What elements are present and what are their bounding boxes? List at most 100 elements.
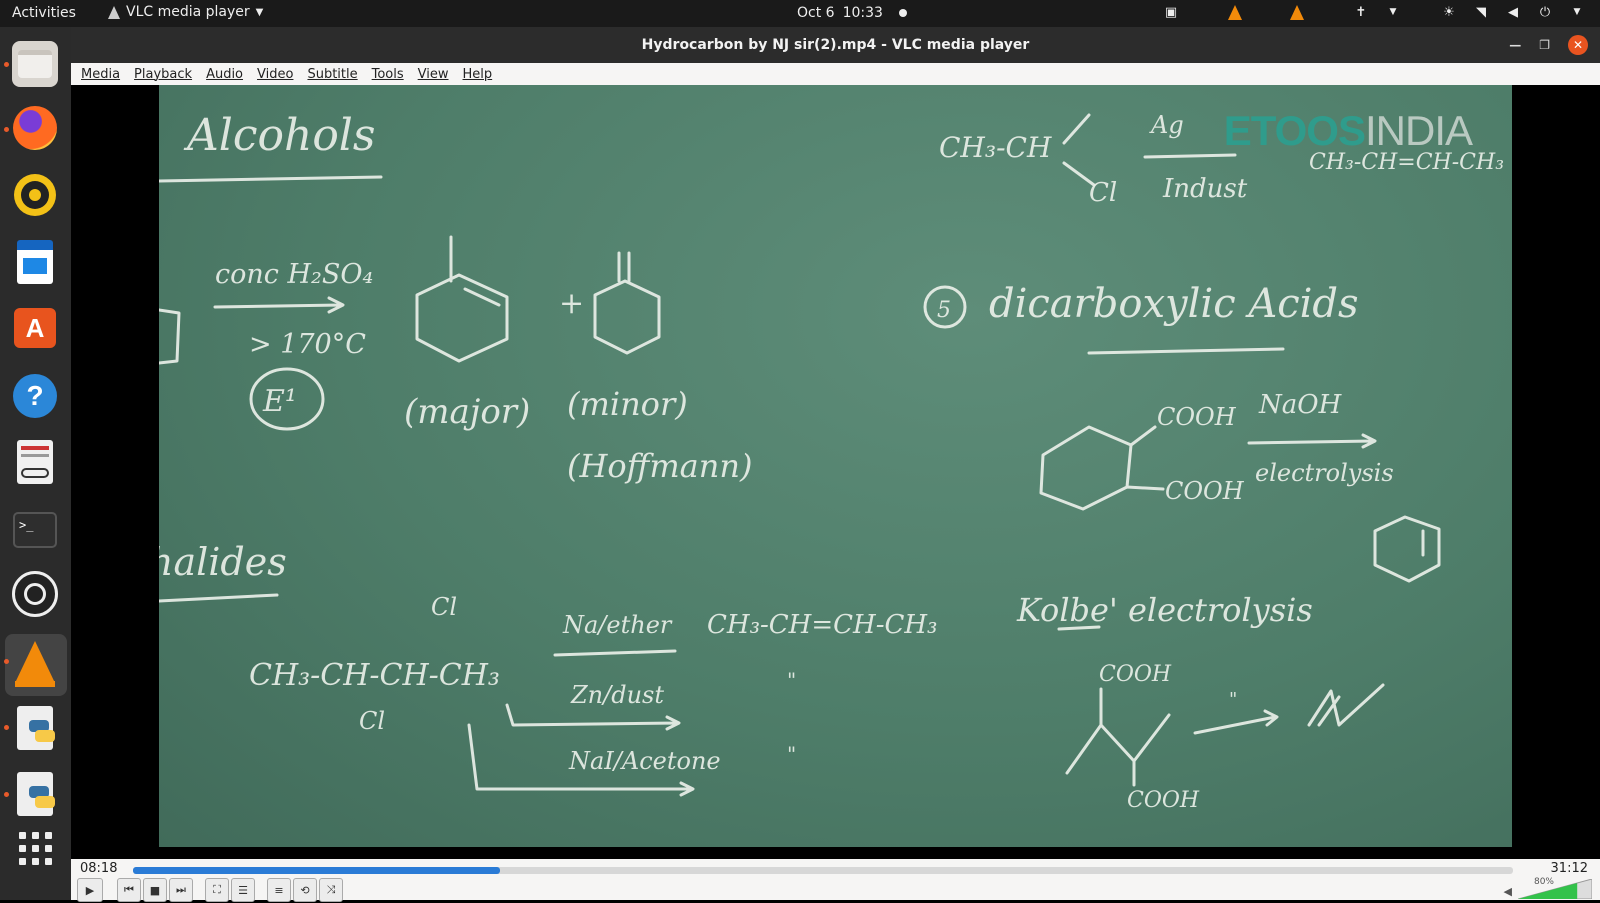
board-minor: (minor): [567, 385, 688, 423]
minimize-icon[interactable]: —: [1509, 38, 1521, 52]
hexagon-minor: [593, 251, 661, 355]
volume-slider[interactable]: [1517, 878, 1593, 900]
chevron-down-icon[interactable]: ▼: [1384, 3, 1402, 21]
hexagon-cooh: [1039, 425, 1165, 511]
arrow-na-ether: [553, 649, 677, 657]
show-apps-icon[interactable]: [12, 825, 58, 871]
vlc-tray-icon-2[interactable]: [1290, 4, 1304, 20]
board-heading-dicarb: dicarboxylic Acids: [989, 281, 1359, 327]
bonds: [1062, 113, 1096, 187]
firefox-icon[interactable]: [12, 105, 58, 151]
document-viewer-icon[interactable]: [12, 439, 58, 485]
next-button[interactable]: ⏭: [169, 878, 193, 902]
product-sketch: [1307, 683, 1385, 727]
board-cl-top: Cl: [1089, 178, 1117, 208]
menu-tools[interactable]: Tools: [372, 67, 404, 82]
board-halides: halides: [159, 540, 287, 584]
underline-kolbe: [1057, 625, 1101, 631]
board-product: CH₃-CH=CH-CH₃: [707, 610, 937, 640]
board-reagent-1: conc H₂SO₄: [215, 259, 373, 290]
fullscreen-button[interactable]: ⛶: [205, 878, 229, 902]
num-5: 5: [937, 298, 951, 323]
playlist-button[interactable]: ≡: [267, 878, 291, 902]
previous-button[interactable]: ⏮: [117, 878, 141, 902]
play-icon: ▶: [85, 883, 95, 897]
close-icon[interactable]: ✕: [1568, 35, 1588, 55]
board-top-right-c: Indust: [1162, 174, 1248, 204]
underline-halides: [159, 593, 279, 603]
activities-button[interactable]: Activities: [12, 5, 76, 21]
python-script-icon[interactable]: [12, 705, 58, 751]
terminal-icon[interactable]: >_: [12, 507, 58, 553]
seek-bar[interactable]: [133, 867, 1513, 874]
board-cooh-2: COOH: [1165, 477, 1245, 505]
board-electrolysis: electrolysis: [1255, 459, 1394, 487]
partial-ring: [159, 308, 181, 365]
discord-icon[interactable]: ▣: [1162, 3, 1180, 21]
extended-settings-button[interactable]: ☰: [231, 878, 255, 902]
maximize-icon[interactable]: ❐: [1539, 38, 1550, 52]
running-dot: [4, 127, 9, 132]
app-menu[interactable]: VLC media player ▼: [108, 4, 263, 20]
video-frame: Alcohols conc H₂SO₄ > 170°C E¹ (major) +…: [159, 85, 1512, 847]
menu-help[interactable]: Help: [463, 67, 493, 82]
obs-icon[interactable]: [12, 571, 58, 617]
app-menu-label: VLC media player: [126, 4, 250, 20]
total-time: 31:12: [1550, 861, 1588, 876]
rhythmbox-icon[interactable]: [12, 172, 58, 218]
shuffle-icon: ⤨: [326, 883, 336, 896]
board-ditto-1: ": [787, 668, 796, 692]
board-cl-2: Cl: [359, 707, 385, 735]
vlc-dock-icon[interactable]: [12, 639, 58, 687]
video-area[interactable]: Alcohols conc H₂SO₄ > 170°C E¹ (major) +…: [71, 85, 1600, 859]
plus-sign: +: [559, 286, 584, 321]
board-naoh: NaOH: [1258, 390, 1343, 420]
python-script-icon-2[interactable]: [12, 771, 58, 817]
menu-subtitle[interactable]: Subtitle: [307, 67, 357, 82]
shuffle-button[interactable]: ⤨: [319, 878, 343, 902]
running-dot: [4, 62, 9, 67]
top-bar: Activities VLC media player ▼ Oct 6 10:3…: [0, 0, 1600, 27]
hexagon-product: [1373, 515, 1441, 583]
kolbe-structure: [1065, 687, 1171, 787]
menu-playback[interactable]: Playback: [134, 67, 192, 82]
board-top-right-a: CH₃-CH: [939, 131, 1052, 164]
window-controls: — ❐ ✕: [1509, 35, 1588, 55]
loop-icon: ⟲: [300, 883, 310, 897]
files-icon[interactable]: [12, 41, 58, 87]
volume-control[interactable]: ◀ 80%: [1504, 877, 1593, 903]
board-cl-1: Cl: [431, 593, 457, 621]
loop-button[interactable]: ⟲: [293, 878, 317, 902]
board-cooh-1: COOH: [1157, 403, 1237, 431]
title-bar[interactable]: Hydrocarbon by NJ sir(2).mp4 - VLC media…: [71, 27, 1600, 63]
clock-time: 10:33: [842, 5, 883, 21]
watermark: ETOOSINDIA: [1223, 107, 1473, 154]
software-center-icon[interactable]: A: [12, 305, 58, 351]
accessibility-icon[interactable]: ✝: [1352, 3, 1370, 21]
board-ditto-2: ": [787, 742, 796, 766]
board-heading-alcohols: Alcohols: [183, 110, 375, 161]
menu-video[interactable]: Video: [257, 67, 293, 82]
brightness-icon[interactable]: ☀: [1440, 3, 1458, 21]
volume-icon[interactable]: ◀: [1504, 3, 1522, 21]
chevron-down-icon[interactable]: ▼: [1568, 3, 1586, 21]
power-icon[interactable]: ⏻: [1536, 3, 1554, 21]
window-title: Hydrocarbon by NJ sir(2).mp4 - VLC media…: [641, 37, 1030, 53]
clock-date: Oct 6: [797, 5, 835, 21]
notification-dot-icon: [898, 9, 907, 17]
board-cooh-4: COOH: [1127, 788, 1200, 813]
help-icon[interactable]: ?: [12, 373, 58, 419]
vlc-tray-icon[interactable]: [1228, 4, 1242, 20]
menu-audio[interactable]: Audio: [206, 67, 243, 82]
wifi-icon[interactable]: ◥: [1472, 3, 1490, 21]
arrow: [213, 296, 345, 314]
menu-media[interactable]: Media: [81, 67, 120, 82]
board-cooh-3: COOH: [1099, 662, 1172, 687]
writer-icon[interactable]: [12, 239, 58, 285]
equalizer-icon: ☰: [238, 883, 248, 897]
running-dot: [4, 792, 9, 797]
clock[interactable]: Oct 6 10:33: [797, 5, 907, 21]
stop-button[interactable]: ■: [143, 878, 167, 902]
menu-view[interactable]: View: [418, 67, 449, 82]
play-button[interactable]: ▶: [77, 878, 103, 902]
